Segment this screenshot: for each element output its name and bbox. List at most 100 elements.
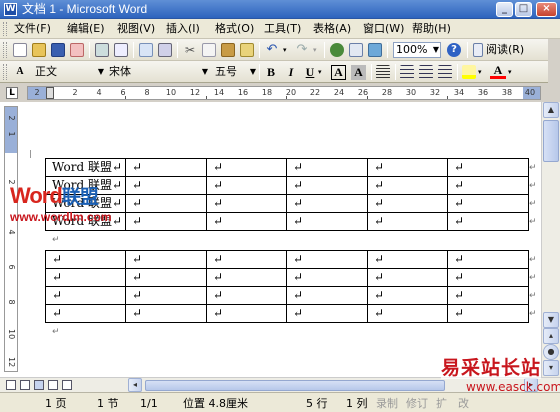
redo-dropdown-arrow-icon[interactable]: ▾ [313, 43, 321, 57]
outline-view-icon[interactable] [48, 380, 58, 390]
table-2[interactable]: ↵ ↵ ↵ ↵ ↵ ↵ ↵ ↵ ↵ ↵ ↵ ↵ ↵ ↵ ↵ ↵ ↵ ↵ ↵ ↵ … [45, 250, 529, 323]
table-cell[interactable]: ↵ [447, 176, 529, 195]
menu-window[interactable]: 窗口(W) [363, 22, 404, 36]
web-layout-view-icon[interactable] [20, 380, 30, 390]
status-overtype[interactable]: 改 [458, 397, 469, 410]
menu-help[interactable]: 帮助(H) [412, 22, 451, 36]
justify-icon[interactable] [376, 65, 390, 79]
table-cell[interactable]: ↵ [447, 268, 529, 287]
table-cell[interactable]: ↵ [447, 286, 529, 305]
underline-button[interactable]: U [302, 64, 318, 80]
character-border-button[interactable]: A [331, 65, 346, 80]
table-cell[interactable]: ↵ [286, 250, 368, 269]
status-record-macro[interactable]: 录制 [376, 397, 398, 410]
new-document-icon[interactable] [13, 43, 27, 57]
font-color-button[interactable]: A [490, 64, 506, 79]
italic-button[interactable]: I [283, 64, 299, 80]
table-cell[interactable]: ↵ [206, 268, 287, 287]
style-select[interactable]: 正文 ▼ [32, 64, 106, 80]
table-cell[interactable]: ↵ [286, 194, 368, 213]
table-cell[interactable]: ↵ [125, 250, 207, 269]
table-cell[interactable]: ↵ [125, 212, 207, 231]
table-cell[interactable]: Word 联盟↵ [45, 158, 126, 177]
undo-icon[interactable]: ↶ [265, 43, 279, 57]
paste-icon[interactable] [221, 43, 235, 57]
table-cell[interactable]: ↵ [286, 286, 368, 305]
menu-tools[interactable]: 工具(T) [264, 22, 301, 36]
table-cell[interactable]: ↵ [367, 158, 448, 177]
menu-file[interactable]: 文件(F) [14, 22, 51, 36]
permission-icon[interactable] [70, 43, 84, 57]
redo-icon[interactable]: ↷ [295, 43, 309, 57]
tab-stop-selector[interactable]: L [6, 87, 18, 99]
cut-icon[interactable]: ✂ [183, 43, 197, 57]
previous-page-icon[interactable]: ▴ [543, 328, 559, 344]
open-folder-icon[interactable] [32, 43, 46, 57]
menu-insert[interactable]: 插入(I) [166, 22, 200, 36]
table-cell[interactable]: ↵ [447, 158, 529, 177]
menu-edit[interactable]: 编辑(E) [67, 22, 105, 36]
minimize-button[interactable]: _ [496, 2, 513, 17]
increase-indent-icon[interactable] [438, 65, 452, 79]
read-mode-button[interactable]: 阅读(R) [486, 43, 524, 57]
table-cell[interactable]: ↵ [286, 212, 368, 231]
column-marker[interactable] [206, 96, 207, 99]
document-area[interactable]: 2 1 2 4 6 8 10 12 [0, 102, 541, 377]
tables-borders-icon[interactable] [349, 43, 363, 57]
undo-dropdown-arrow-icon[interactable]: ▾ [283, 43, 291, 57]
table-cell[interactable]: ↵ [367, 212, 448, 231]
normal-view-icon[interactable] [6, 380, 16, 390]
print-preview-icon[interactable] [114, 43, 128, 57]
table-cell[interactable]: ↵ [45, 286, 126, 305]
vertical-scrollbar[interactable]: ▲ ▼ ▴ ● ▾ [541, 102, 560, 377]
table-cell[interactable]: ↵ [45, 268, 126, 287]
menu-view[interactable]: 视图(V) [117, 22, 155, 36]
underline-dropdown-arrow-icon[interactable]: ▾ [318, 65, 326, 79]
table-cell[interactable]: ↵ [125, 158, 207, 177]
table-cell[interactable]: ↵ [367, 250, 448, 269]
column-marker[interactable] [125, 96, 126, 99]
table-cell[interactable]: ↵ [367, 194, 448, 213]
copy-icon[interactable] [202, 43, 216, 57]
table-cell[interactable]: ↵ [45, 304, 126, 323]
scroll-up-icon[interactable]: ▲ [543, 102, 559, 118]
scroll-left-icon[interactable]: ◂ [128, 378, 142, 392]
table-cell[interactable]: ↵ [125, 194, 207, 213]
bold-button[interactable]: B [263, 64, 279, 80]
bullets-icon[interactable] [419, 65, 433, 79]
insert-table-icon[interactable] [368, 43, 382, 57]
numbering-icon[interactable] [400, 65, 414, 79]
styles-formatting-icon[interactable]: A [13, 65, 27, 79]
horizontal-scroll-thumb[interactable] [145, 380, 445, 391]
table-cell[interactable]: ↵ [367, 176, 448, 195]
table-cell[interactable]: ↵ [286, 158, 368, 177]
vertical-scroll-thumb[interactable] [543, 120, 559, 162]
hyperlink-icon[interactable] [330, 43, 344, 57]
column-marker[interactable] [447, 96, 448, 99]
menu-format[interactable]: 格式(O) [215, 22, 254, 36]
reading-layout-view-icon[interactable] [62, 380, 72, 390]
table-cell[interactable]: ↵ [447, 194, 529, 213]
table-cell[interactable]: ↵ [45, 250, 126, 269]
status-extend[interactable]: 扩 [436, 397, 447, 410]
table-cell[interactable]: ↵ [447, 304, 529, 323]
maximize-button[interactable]: □ [515, 2, 532, 17]
table-cell[interactable]: ↵ [447, 212, 529, 231]
read-mode-icon[interactable] [473, 43, 483, 57]
toolbar-grip[interactable] [3, 42, 7, 58]
column-marker[interactable] [286, 96, 287, 99]
save-icon[interactable] [51, 43, 65, 57]
next-page-icon[interactable]: ▾ [543, 360, 559, 376]
table-cell[interactable]: ↵ [125, 176, 207, 195]
table-cell[interactable]: ↵ [367, 286, 448, 305]
table-cell[interactable]: ↵ [367, 268, 448, 287]
help-icon[interactable]: ? [447, 43, 461, 57]
close-button[interactable]: × [536, 2, 557, 17]
menubar-grip[interactable] [3, 22, 7, 36]
format-painter-icon[interactable] [240, 43, 254, 57]
status-track-changes[interactable]: 修订 [406, 397, 428, 410]
table-cell[interactable]: ↵ [447, 250, 529, 269]
research-icon[interactable] [158, 43, 172, 57]
spelling-check-icon[interactable] [139, 43, 153, 57]
highlight-dropdown-arrow-icon[interactable]: ▾ [478, 65, 486, 79]
